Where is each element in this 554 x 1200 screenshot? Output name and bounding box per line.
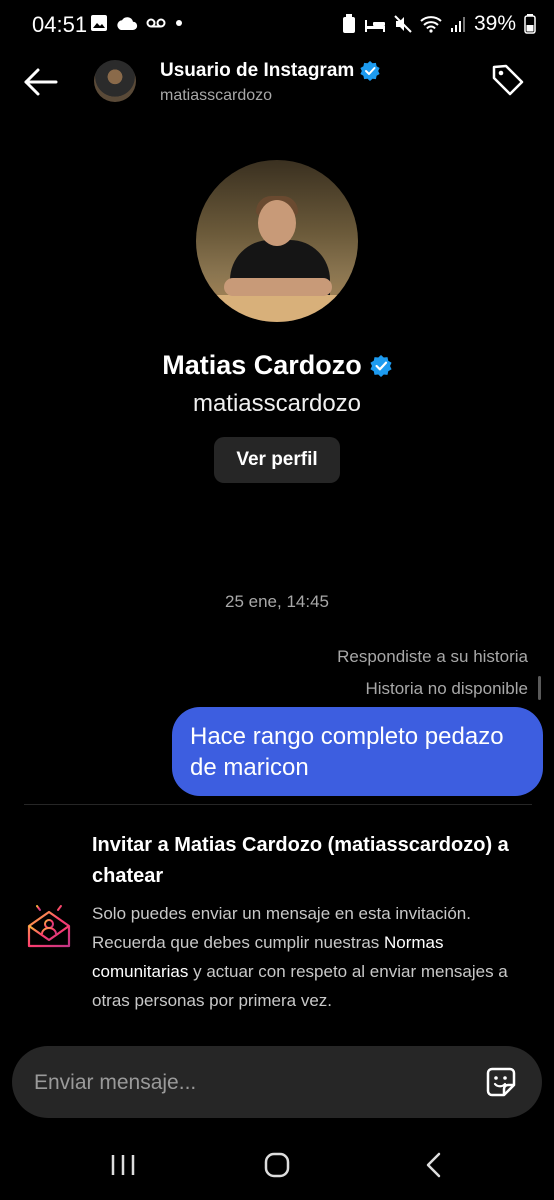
battery-percent: 39% [473,12,516,35]
voicemail-icon [146,18,166,28]
view-profile-button[interactable]: Ver perfil [214,437,340,483]
battery-saver-icon [342,14,355,33]
chat-date: 25 ene, 14:45 [225,592,329,611]
nav-back-icon[interactable] [424,1152,444,1178]
status-right: 39% [342,12,536,36]
mute-icon [394,15,412,33]
battery-icon [524,14,536,34]
wifi-icon [420,16,442,33]
gallery-icon [91,15,107,31]
signal-icon [450,17,465,32]
profile-name-text: Matias Cardozo [162,350,362,380]
recent-apps-icon[interactable] [110,1153,136,1177]
invite-title: Invitar a Matias Cardozo (matiasscardozo… [92,834,509,887]
profile-name: Matias Cardozo [0,350,554,381]
tag-icon[interactable] [490,62,526,98]
home-icon[interactable] [264,1152,290,1178]
status-left-icons [90,14,184,32]
dot-icon [176,20,182,26]
sleep-icon [364,20,385,32]
divider [24,804,532,805]
message-bubble[interactable]: Hace rango completo pedazo de maricon [172,707,543,796]
verified-badge-icon [360,61,380,81]
message-composer [12,1046,542,1120]
cloud-icon [117,17,138,30]
story-reply-bar [538,676,541,700]
invite-body: Solo puedes enviar un mensaje en esta in… [92,899,522,1015]
sticker-icon[interactable] [484,1065,518,1099]
verified-badge-icon [370,354,392,377]
header-avatar[interactable] [94,60,136,102]
profile-avatar[interactable] [196,160,358,322]
header-subtitle: matiasscardozo [160,87,273,104]
story-unavailable: Historia no disponible [365,679,528,698]
story-reply-note: Respondiste a su historia [337,647,528,666]
profile-username: matiasscardozo [192,390,362,417]
message-input[interactable] [32,1046,476,1120]
header-title-text: Usuario de Instagram [160,60,355,81]
status-time: 04:51 [32,12,88,37]
invite-envelope-icon [27,901,71,948]
header-title[interactable]: Usuario de Instagram [160,60,380,82]
back-arrow-icon[interactable] [22,64,60,100]
